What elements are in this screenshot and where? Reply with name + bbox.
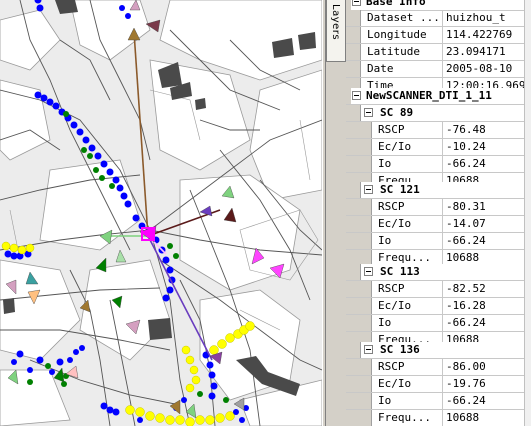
property-row[interactable]: Ec/Io -19.76	[346, 376, 531, 393]
property-key: Ec/Io	[378, 217, 412, 230]
property-key: RSCP	[378, 360, 405, 373]
group-header-sc-113[interactable]: SC 113	[346, 264, 531, 281]
scanner-header[interactable]: NewSCANNER_DTI_1_11	[346, 88, 531, 105]
property-value: 23.094171	[446, 45, 506, 58]
property-row[interactable]: Ec/Io -10.24	[346, 139, 531, 156]
tab-strip	[326, 62, 346, 426]
property-value: -86.00	[446, 360, 486, 373]
property-value: -66.24	[446, 394, 486, 407]
property-row[interactable]: Io -66.24	[346, 315, 531, 332]
property-key: Dataset ...	[367, 11, 440, 24]
group-title: SC 121	[380, 183, 420, 196]
property-key: Io	[378, 234, 392, 247]
tab-layers-label: Layers	[330, 4, 341, 41]
property-value: -66.24	[446, 234, 486, 247]
property-row[interactable]: Date 2005-08-10	[346, 61, 531, 78]
property-key: Io	[378, 157, 392, 170]
property-row[interactable]: Longitude 114.422769	[346, 27, 531, 44]
tab-layers[interactable]: Layers	[326, 0, 346, 62]
property-key: Latitude	[367, 45, 420, 58]
property-value: huizhou_t	[446, 11, 506, 24]
group-header-sc-121[interactable]: SC 121	[346, 182, 531, 199]
property-row[interactable]: Io -66.24	[346, 393, 531, 410]
collapse-icon[interactable]	[364, 267, 373, 276]
properties-panel: Base Info Dataset ... huizhou_t Longitude…	[346, 0, 531, 426]
group-header-sc-89[interactable]: SC 89	[346, 105, 531, 122]
collapse-icon[interactable]	[364, 108, 373, 117]
property-row[interactable]: RSCP -76.48	[346, 122, 531, 139]
property-key: Ec/Io	[378, 140, 412, 153]
property-value: -66.24	[446, 157, 486, 170]
property-value: -76.48	[446, 123, 486, 136]
property-key: RSCP	[378, 282, 405, 295]
property-value: -14.07	[446, 217, 486, 230]
property-key: Ec/Io	[378, 299, 412, 312]
base-info-title: Base Info	[366, 0, 426, 8]
property-row[interactable]: Io -66.24	[346, 156, 531, 173]
property-key: Io	[378, 316, 392, 329]
property-row[interactable]: Dataset ... huizhou_t	[346, 10, 531, 27]
property-row[interactable]: Io -66.24	[346, 233, 531, 250]
group-title: SC 113	[380, 265, 420, 278]
vertical-scrollbar[interactable]	[524, 0, 531, 426]
property-key: Ec/Io	[378, 377, 412, 390]
group-title: SC 136	[380, 343, 420, 356]
group-header-sc-136[interactable]: SC 136	[346, 342, 531, 359]
property-row[interactable]: RSCP -82.52	[346, 281, 531, 298]
property-value: -66.24	[446, 316, 486, 329]
property-key: RSCP	[378, 123, 405, 136]
property-row[interactable]: Ec/Io -14.07	[346, 216, 531, 233]
property-key: Frequ...	[378, 411, 431, 424]
property-row[interactable]: RSCP -80.31	[346, 199, 531, 216]
property-row[interactable]: Latitude 23.094171	[346, 44, 531, 61]
group-title: SC 89	[380, 106, 414, 119]
property-value: -19.76	[446, 377, 486, 390]
property-key: Date	[367, 62, 394, 75]
property-row[interactable]: Frequ... 10688	[346, 410, 531, 426]
scanner-title: NewSCANNER_DTI_1_11	[366, 89, 492, 102]
property-value: -16.28	[446, 299, 486, 312]
property-row[interactable]: Ec/Io -16.28	[346, 298, 531, 315]
property-value: -10.24	[446, 140, 486, 153]
property-key: RSCP	[378, 200, 405, 213]
collapse-icon[interactable]	[352, 0, 361, 6]
property-key: Longitude	[367, 28, 427, 41]
property-value: -82.52	[446, 282, 486, 295]
collapse-icon[interactable]	[352, 91, 361, 100]
property-value: -80.31	[446, 200, 486, 213]
map-view[interactable]	[0, 0, 322, 426]
property-value: 2005-08-10	[446, 62, 513, 75]
collapse-icon[interactable]	[364, 345, 373, 354]
property-value: 10688	[446, 411, 480, 424]
property-key: Io	[378, 394, 392, 407]
collapse-icon[interactable]	[364, 185, 373, 194]
property-row[interactable]: RSCP -86.00	[346, 359, 531, 376]
property-value: 114.422769	[446, 28, 513, 41]
